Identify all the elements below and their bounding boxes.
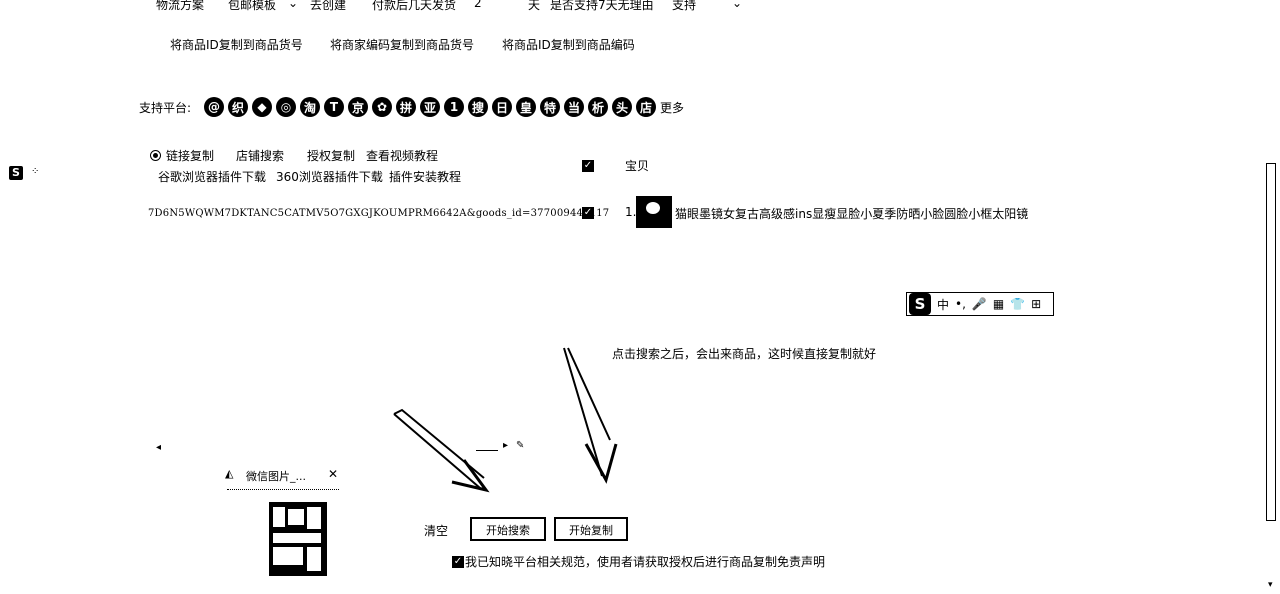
toolbox-icon[interactable]: ⊞ [1031, 297, 1041, 311]
platform-icon[interactable]: 搜 [468, 97, 488, 117]
platform-icon[interactable]: 亚 [420, 97, 440, 117]
copy-option-code-to-sku[interactable]: 将商家编码复制到商品货号 [330, 36, 474, 53]
return-policy-label: 是否支持7天无理由 [550, 0, 654, 12]
chrome-plugin-link[interactable]: 谷歌浏览器插件下载 [158, 168, 266, 185]
copy-option-id-to-code[interactable]: 将商品ID复制到商品编码 [502, 36, 635, 53]
annotation-arrows [393, 347, 618, 493]
ship-days-input[interactable]: 2 [474, 0, 482, 10]
copy-option-id-to-sku[interactable]: 将商品ID复制到商品货号 [170, 36, 303, 53]
keyboard-icon[interactable]: ▦ [993, 297, 1004, 311]
platform-icon[interactable]: 析 [588, 97, 608, 117]
product-thumbnail [636, 196, 672, 228]
video-tutorial-link[interactable]: 查看视频教程 [366, 147, 438, 164]
arrow-to-search-icon [393, 408, 485, 489]
platform-icon-list: @ 织 ◆ ◎ 淘 T 京 ✿ 拼 亚 1 搜 日 皇 特 当 析 头 店 更多 [204, 97, 684, 117]
vertical-scrollbar[interactable] [1266, 163, 1276, 521]
punctuation-icon[interactable]: •, [955, 297, 966, 311]
clear-link[interactable]: 清空 [424, 522, 448, 539]
platform-icon[interactable]: 拼 [396, 97, 416, 117]
platform-icon[interactable]: ✿ [372, 97, 392, 117]
ime-lang-toggle[interactable]: 中 [937, 296, 949, 313]
days-unit: 天 [528, 0, 541, 12]
item-index: 1. [625, 205, 637, 219]
pager-line [476, 440, 498, 451]
start-copy-button[interactable]: 开始复制 [554, 517, 628, 541]
tab-auth-copy[interactable]: 授权复制 [307, 147, 355, 164]
arrow-to-copy-icon [563, 347, 611, 477]
platform-icon[interactable]: 皇 [516, 97, 536, 117]
create-template-link[interactable]: 去创建 [310, 0, 346, 13]
image-preview-popup: ◭ 微信图片_... ✕ [224, 465, 349, 577]
platform-icon[interactable]: 日 [492, 97, 512, 117]
microphone-icon[interactable]: 🎤 [972, 297, 987, 311]
popup-title: 微信图片_... [246, 470, 306, 483]
sogou-s-icon[interactable]: S [9, 166, 23, 180]
skin-icon[interactable]: 👕 [1010, 297, 1025, 311]
platform-icon[interactable]: @ [204, 97, 224, 117]
agreement-text: 我已知晓平台相关规范，使用者请获取授权后进行商品复制免责声明 [465, 555, 826, 569]
sogou-logo-icon[interactable]: S [909, 293, 931, 315]
agreement-checkbox[interactable]: ✓ [452, 556, 464, 568]
edit-icon[interactable]: ✎ [516, 440, 524, 451]
chevron-right-icon[interactable]: ▸ [503, 440, 508, 451]
grid-dots-icon[interactable]: ⁘ [31, 166, 39, 177]
plugin-install-link[interactable]: 插件安装教程 [389, 168, 461, 185]
ime-toolbar: S 中 •, 🎤 ▦ 👕 ⊞ [906, 292, 1054, 316]
platform-icon[interactable]: 织 [228, 97, 248, 117]
platform-icon[interactable]: ◆ [252, 97, 272, 117]
tab-link-copy[interactable]: 链接复制 [166, 147, 214, 164]
chevron-down-icon: ⌄ [288, 0, 299, 10]
item-checkbox[interactable]: ✓ [582, 207, 594, 219]
more-platforms-link[interactable]: 更多 [660, 99, 684, 116]
chevron-left-icon[interactable]: ◂ [156, 442, 161, 453]
platform-icon[interactable]: 京 [348, 97, 368, 117]
results-header: 宝贝 [625, 159, 650, 173]
tab-shop-search[interactable]: 店铺搜索 [236, 147, 284, 164]
platform-icon[interactable]: 淘 [300, 97, 320, 117]
chevron-down-icon: ⌄ [732, 0, 743, 10]
scroll-down-icon[interactable]: ▾ [1268, 580, 1273, 590]
platform-icon[interactable]: ◎ [276, 97, 296, 117]
platform-icon[interactable]: 1 [444, 97, 464, 117]
popup-toolbar [227, 489, 339, 496]
wechat-image-thumbnail[interactable] [269, 502, 327, 576]
product-link-input[interactable]: 7D6N5WQWM7DKTANC5CATMV5O7GXGJKOUMPRM6642… [148, 208, 609, 219]
return-policy-select[interactable]: 支持 [672, 0, 696, 13]
product-title[interactable]: 猫眼墨镜女复古高级感ins显瘦显脸小夏季防晒小脸圆脸小框太阳镜 [675, 205, 1028, 222]
platform-icon[interactable]: 当 [564, 97, 584, 117]
radio-selected-icon[interactable] [150, 150, 161, 161]
360-plugin-link[interactable]: 360浏览器插件下载 [276, 168, 383, 185]
annotation-text: 点击搜索之后，会出来商品，这时候直接复制就好 [612, 347, 877, 361]
platform-icon[interactable]: T [324, 97, 344, 117]
logistics-label: 物流方案 [156, 0, 205, 12]
select-all-checkbox[interactable]: ✓ [582, 160, 594, 172]
platform-icon[interactable]: 店 [636, 97, 656, 117]
template-select[interactable]: 包邮模板 [228, 0, 276, 13]
platform-icon[interactable]: 特 [540, 97, 560, 117]
close-icon[interactable]: ✕ [328, 467, 338, 481]
start-search-button[interactable]: 开始搜索 [470, 517, 546, 541]
platform-icon[interactable]: 头 [612, 97, 632, 117]
image-file-icon: ◭ [225, 467, 234, 480]
ship-days-label: 付款后几天发货 [372, 0, 457, 12]
platforms-label: 支持平台: [139, 101, 192, 115]
